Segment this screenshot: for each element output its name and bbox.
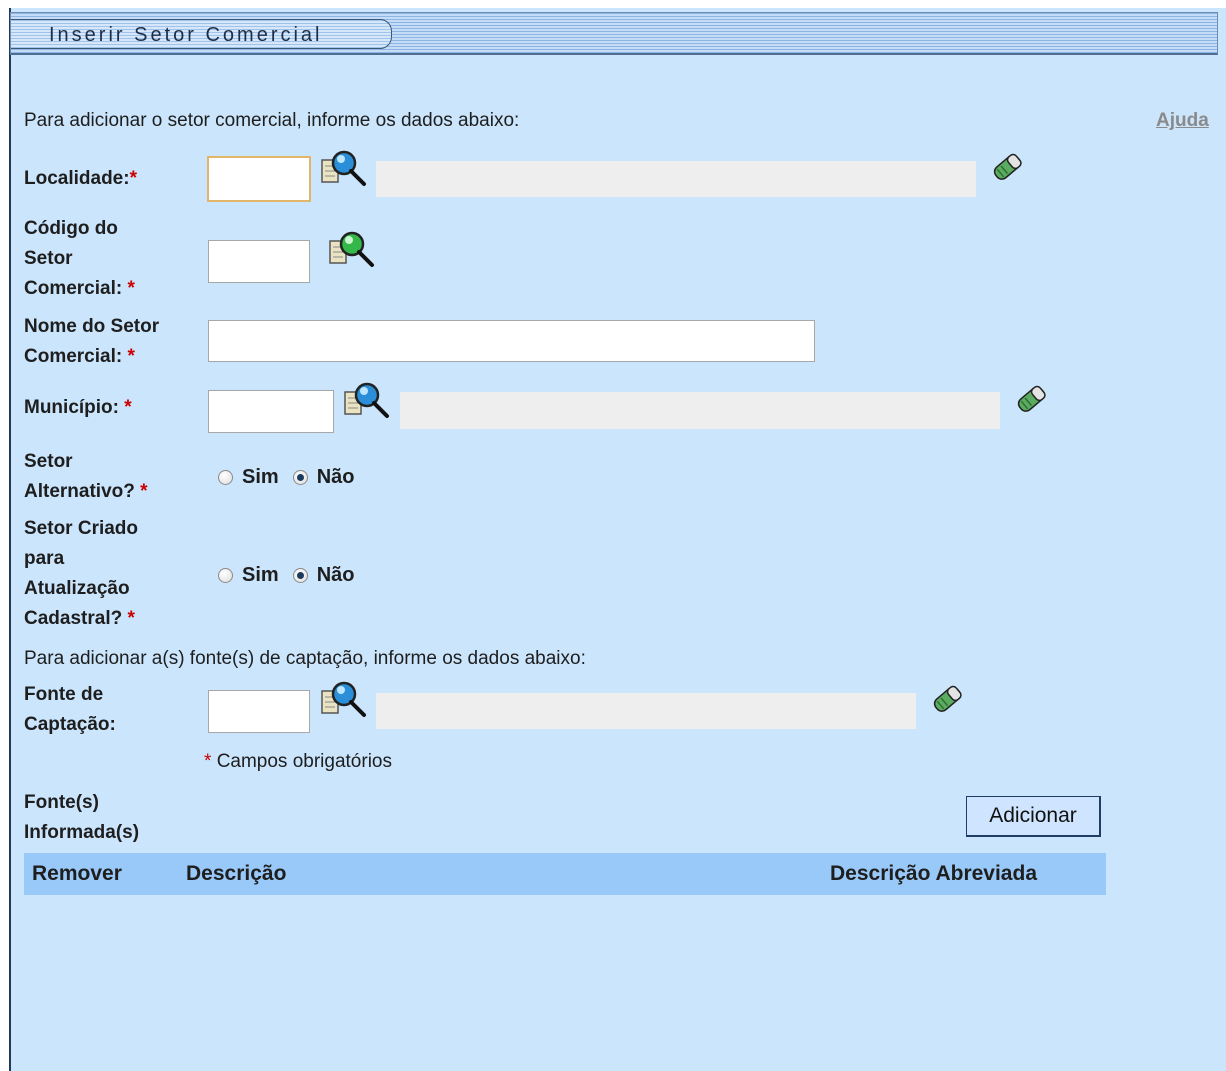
fonte-captacao-description xyxy=(376,693,916,729)
page-title: Inserir Setor Comercial xyxy=(49,24,323,46)
codigo-setor-label: Código do Setor Comercial: * xyxy=(24,218,135,299)
fonte-captacao-input[interactable] xyxy=(208,690,310,733)
localidade-search-icon[interactable] xyxy=(320,148,370,192)
column-descricao: Descrição xyxy=(186,862,287,885)
fonte-captacao-clear-icon[interactable] xyxy=(928,680,968,720)
setor-criado-sim-radio[interactable] xyxy=(218,568,233,583)
setor-alternativo-sim-radio[interactable] xyxy=(218,470,233,485)
localidade-label: Localidade:* xyxy=(24,168,137,189)
setor-alternativo-label: Setor Alternativo? * xyxy=(24,451,148,502)
setor-alternativo-nao-label: Não xyxy=(316,466,355,488)
column-remover: Remover xyxy=(32,862,122,885)
setor-alternativo-nao-radio[interactable] xyxy=(292,470,308,485)
fonte-captacao-label: Fonte de Captação: xyxy=(24,684,116,735)
help-link[interactable]: Ajuda xyxy=(1156,110,1209,132)
captacao-intro: Para adicionar a(s) fonte(s) de captação… xyxy=(24,648,586,669)
municipio-clear-icon[interactable] xyxy=(1012,380,1052,420)
table-header: Remover Descrição Descrição Abreviada xyxy=(24,853,1106,895)
localidade-input[interactable] xyxy=(207,156,311,202)
setor-criado-sim-label: Sim xyxy=(242,564,279,586)
title-bar: Inserir Setor Comercial xyxy=(10,12,1218,55)
setor-criado-nao-label: Não xyxy=(316,564,355,586)
nome-setor-label: Nome do Setor Comercial: * xyxy=(24,316,160,367)
setor-criado-options: Sim Não xyxy=(218,564,368,587)
nome-setor-input[interactable] xyxy=(208,320,815,362)
column-descricao-abreviada: Descrição Abreviada xyxy=(830,862,1037,885)
localidade-clear-icon[interactable] xyxy=(988,148,1028,188)
setor-alternativo-sim-label: Sim xyxy=(242,466,279,488)
municipio-label: Município: * xyxy=(24,397,132,418)
form-intro: Para adicionar o setor comercial, inform… xyxy=(24,110,520,131)
localidade-description xyxy=(376,161,976,197)
codigo-setor-input[interactable] xyxy=(208,240,310,283)
setor-criado-nao-radio[interactable] xyxy=(292,568,308,583)
codigo-setor-search-icon[interactable] xyxy=(328,229,378,273)
municipio-search-icon[interactable] xyxy=(343,380,393,424)
fontes-informadas-label: Fonte(s) Informada(s) xyxy=(24,792,140,843)
required-note: * Campos obrigatórios xyxy=(204,751,392,772)
municipio-description xyxy=(400,392,1000,429)
setor-alternativo-options: Sim Não xyxy=(218,466,368,489)
municipio-input[interactable] xyxy=(208,390,334,433)
add-button[interactable]: Adicionar xyxy=(966,796,1101,837)
setor-criado-label: Setor Criado para Atualização Cadastral?… xyxy=(24,518,139,629)
fonte-captacao-search-icon[interactable] xyxy=(320,679,370,723)
